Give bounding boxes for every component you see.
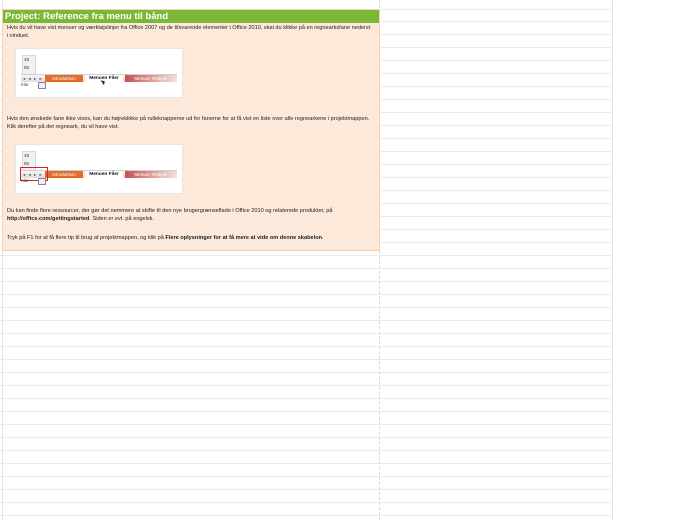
tab-introduktion: Introduktion	[45, 171, 83, 178]
help-text: Tryk på F1 for at få flere tip til brug …	[7, 235, 164, 241]
row-number: 49	[24, 153, 30, 158]
row-number: 50	[24, 65, 30, 70]
tab-scroll-arrows-icon: ◂ ◂ ▸ ▸	[23, 76, 43, 81]
paragraph-resources: Du kan finde flere ressourcer, der gør d…	[7, 207, 371, 223]
paragraph-help: Tryk på F1 for at få flere tip til brug …	[7, 234, 371, 242]
status-text: Klar	[21, 82, 29, 87]
page-title: Project: Reference fra menu til bånd	[3, 10, 379, 23]
status-text: Klar	[21, 178, 29, 183]
tab-introduktion: Introduktion	[45, 75, 83, 82]
help-more-info: Flere oplysninger for at få mere at vide…	[165, 235, 323, 241]
macro-record-icon	[38, 178, 46, 185]
tab-menuen-rediger: Menuen Rediger	[125, 171, 177, 178]
screenshot-sheet-tabs: 49 50 ◂ ◂ ▸ ▸ Introduktion Menuen Filer …	[15, 48, 183, 98]
paragraph-intro: Hvis du vil have vist menuer og værktøjs…	[7, 25, 371, 39]
resources-link[interactable]: http://office.com/gettingstarted	[7, 216, 89, 222]
help-end: .	[322, 235, 324, 241]
sheet-tab-strip: ◂ ◂ ▸ ▸ Introduktion Menuen Filer Menuen…	[21, 74, 177, 82]
resources-text: Du kan finde flere ressourcer, der gør d…	[7, 208, 333, 214]
tab-menuen-rediger: Menuen Rediger	[125, 75, 177, 82]
row-number: 49	[24, 57, 30, 62]
paragraph-scroll-tip: Hvis den ønskede fane ikke vises, kan du…	[7, 116, 370, 130]
row-headers: 49 50	[22, 55, 36, 75]
tab-menuen-filer: Menuen Filer	[85, 171, 123, 178]
reference-panel: Project: Reference fra menu til bånd Hvi…	[2, 9, 380, 251]
macro-record-icon	[38, 82, 46, 89]
resources-note: . Siden er evt. på engelsk.	[89, 216, 155, 222]
screenshot-scroll-buttons: 49 50 ◂ ◂ ▸ ▸ Introduktion Menuen Filer …	[15, 144, 183, 194]
